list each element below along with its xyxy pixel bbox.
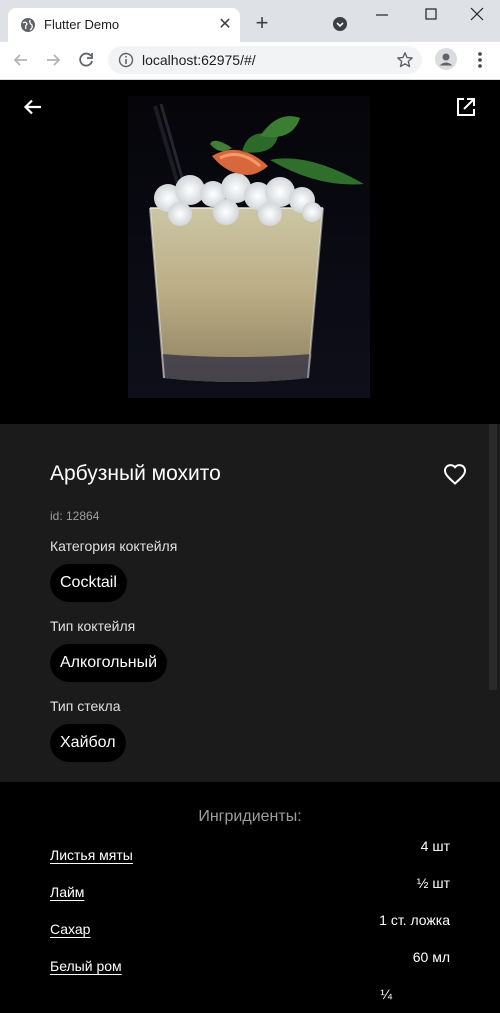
open-in-new-icon[interactable]: [455, 96, 477, 118]
info-icon[interactable]: [118, 52, 134, 68]
ingredients-title: Ингридиенты:: [198, 808, 302, 825]
cocktail-image: [128, 96, 370, 398]
maximize-icon[interactable]: [421, 5, 441, 25]
browser-tab[interactable]: Flutter Demo ✕: [8, 8, 240, 42]
ingredients-section: Ингридиенты: Листья мяты 4 шт Лайм ½ шт …: [0, 782, 500, 1013]
back-nav-icon[interactable]: [11, 50, 31, 70]
minimize-icon[interactable]: [372, 5, 392, 25]
close-tab-icon[interactable]: ✕: [217, 17, 233, 33]
type-chip: Алкогольный: [50, 644, 168, 682]
glass-label: Тип стекла: [50, 698, 121, 714]
ingredient-measure: ¼: [380, 986, 392, 1002]
bookmark-star-icon[interactable]: [396, 51, 414, 69]
globe-icon: [21, 18, 35, 32]
category-chip: Cocktail: [50, 564, 127, 602]
cocktail-hero: [0, 80, 500, 424]
ingredient-measure: 4 шт: [420, 838, 450, 854]
forward-nav-icon[interactable]: [43, 50, 63, 70]
scrollbar[interactable]: [489, 424, 497, 690]
tab-search-icon[interactable]: [332, 16, 348, 32]
cocktail-name: Арбузный мохито: [50, 462, 221, 485]
arrow-back-icon[interactable]: [22, 96, 44, 118]
address-bar[interactable]: localhost:62975/#/: [108, 46, 422, 74]
close-window-icon[interactable]: [467, 5, 487, 25]
browser-toolbar: localhost:62975/#/: [0, 42, 500, 80]
heart-outline-icon[interactable]: [443, 463, 467, 487]
cocktail-id: id: 12864: [50, 509, 100, 523]
type-label: Тип коктейля: [50, 618, 136, 634]
url-text[interactable]: localhost:62975/#/: [142, 52, 256, 68]
reload-icon[interactable]: [76, 50, 96, 70]
tab-title: Flutter Demo: [44, 17, 120, 32]
glass-chip: Хайбол: [50, 724, 126, 762]
ingredient-measure: 1 ст. ложка: [379, 912, 450, 928]
ingredient-measure: ½ шт: [416, 875, 450, 891]
new-tab-icon[interactable]: +: [252, 12, 272, 34]
profile-avatar-icon[interactable]: [435, 48, 457, 70]
ingredient-name[interactable]: Сахар: [50, 921, 90, 937]
ingredient-name[interactable]: Листья мяты: [50, 847, 133, 863]
ingredient-measure: 60 мл: [412, 949, 450, 965]
cocktail-details-card: Арбузный мохито id: 12864 Категория кокт…: [0, 424, 500, 782]
browser-tab-strip: Flutter Demo ✕ +: [0, 0, 500, 42]
ingredient-name[interactable]: Лайм: [50, 884, 84, 900]
category-label: Категория коктейля: [50, 538, 178, 554]
more-vert-icon[interactable]: [472, 50, 488, 70]
ingredient-name[interactable]: Белый ром: [50, 958, 122, 974]
